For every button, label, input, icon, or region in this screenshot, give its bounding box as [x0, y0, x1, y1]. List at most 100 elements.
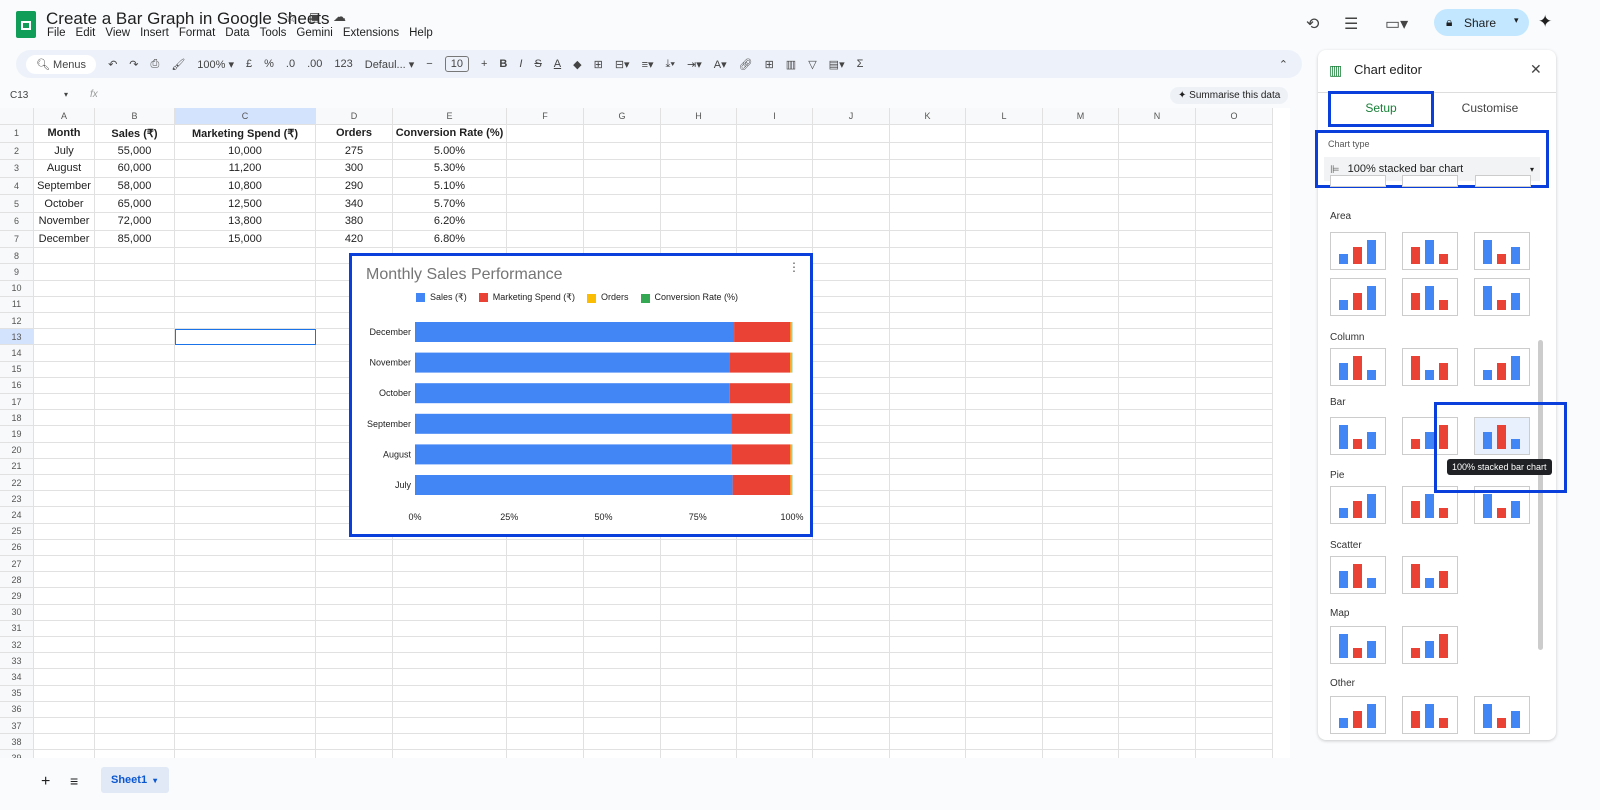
cell[interactable]	[813, 572, 890, 589]
cell[interactable]	[890, 491, 966, 508]
cell[interactable]	[316, 734, 393, 751]
column-header-L[interactable]: L	[966, 108, 1043, 125]
cell[interactable]	[393, 556, 507, 573]
cell[interactable]	[34, 458, 95, 475]
cell[interactable]	[661, 142, 737, 161]
cell[interactable]	[95, 701, 175, 718]
cell[interactable]	[890, 637, 966, 654]
cell[interactable]	[890, 685, 966, 702]
cell[interactable]	[95, 426, 175, 443]
cell[interactable]	[890, 394, 966, 411]
cell[interactable]	[393, 718, 507, 735]
chart-thumbnail[interactable]	[1475, 175, 1531, 187]
cell[interactable]	[737, 125, 813, 143]
cell[interactable]	[737, 718, 813, 735]
cell[interactable]: 5.00%	[393, 142, 507, 161]
cell[interactable]	[661, 572, 737, 589]
cell[interactable]	[890, 604, 966, 621]
row-header[interactable]: 26	[0, 539, 34, 556]
cell[interactable]	[1043, 264, 1119, 281]
cell[interactable]: 72,000	[95, 213, 175, 231]
cell[interactable]	[1119, 264, 1196, 281]
row-header[interactable]: 32	[0, 637, 34, 654]
cell[interactable]	[966, 491, 1043, 508]
cell[interactable]	[1196, 313, 1273, 330]
row-header[interactable]: 7	[0, 230, 34, 249]
cell[interactable]	[1196, 491, 1273, 508]
column-header-J[interactable]: J	[813, 108, 890, 125]
cell[interactable]	[1043, 572, 1119, 589]
cell[interactable]	[34, 653, 95, 670]
cell[interactable]	[1119, 296, 1196, 313]
cell[interactable]	[584, 750, 661, 758]
cell[interactable]	[175, 734, 316, 751]
cell[interactable]	[1043, 296, 1119, 313]
sheet-tab-sheet1[interactable]: Sheet1 ▾	[101, 767, 169, 793]
cell[interactable]	[966, 264, 1043, 281]
font-select[interactable]: Defaul... ▾	[365, 58, 415, 71]
cell[interactable]	[813, 442, 890, 459]
cell[interactable]	[661, 669, 737, 686]
row-header[interactable]: 17	[0, 394, 34, 411]
cell[interactable]	[890, 377, 966, 394]
cell[interactable]: 15,000	[175, 230, 316, 249]
cell[interactable]	[175, 248, 316, 265]
valign-icon[interactable]: ⤓▾	[666, 58, 675, 71]
row-header[interactable]: 9	[0, 264, 34, 281]
cell[interactable]	[813, 523, 890, 540]
column-header-B[interactable]: B	[95, 108, 175, 125]
row-header[interactable]: 22	[0, 475, 34, 492]
cell[interactable]	[813, 669, 890, 686]
cell[interactable]	[95, 653, 175, 670]
cell[interactable]	[890, 442, 966, 459]
cell[interactable]	[95, 313, 175, 330]
cell[interactable]	[661, 539, 737, 556]
bar-chart-thumbnail[interactable]	[1330, 417, 1386, 455]
cell[interactable]: 5.70%	[393, 195, 507, 213]
cell[interactable]	[1196, 296, 1273, 313]
cell[interactable]	[95, 523, 175, 540]
cell[interactable]	[584, 604, 661, 621]
cell[interactable]	[316, 588, 393, 605]
cell[interactable]: August	[34, 160, 95, 178]
cell[interactable]	[316, 572, 393, 589]
cell[interactable]	[1119, 410, 1196, 427]
number-format-button[interactable]: 123	[334, 58, 352, 70]
rotate-icon[interactable]: A▾	[714, 58, 727, 71]
cell[interactable]	[34, 410, 95, 427]
cell[interactable]	[966, 620, 1043, 637]
cell[interactable]	[507, 653, 584, 670]
cell[interactable]	[966, 539, 1043, 556]
cell[interactable]	[95, 750, 175, 758]
cell[interactable]	[95, 685, 175, 702]
cell[interactable]	[813, 345, 890, 362]
share-dropdown-icon[interactable]: ▾	[1514, 15, 1519, 26]
column-header-D[interactable]: D	[316, 108, 393, 125]
print-icon[interactable]: ⎙	[151, 58, 160, 71]
cell[interactable]	[813, 329, 890, 346]
cell[interactable]	[175, 523, 316, 540]
cell[interactable]	[1119, 491, 1196, 508]
halign-icon[interactable]: ≡▾	[642, 58, 654, 71]
cell[interactable]	[890, 142, 966, 161]
cell[interactable]	[813, 248, 890, 265]
cell[interactable]	[507, 734, 584, 751]
cell[interactable]	[966, 750, 1043, 758]
cell[interactable]	[584, 125, 661, 143]
cell[interactable]: 55,000	[95, 142, 175, 161]
cell[interactable]	[393, 572, 507, 589]
row-header[interactable]: 14	[0, 345, 34, 362]
cell[interactable]	[1119, 572, 1196, 589]
cell[interactable]	[890, 213, 966, 231]
cell[interactable]	[890, 620, 966, 637]
row-header[interactable]: 4	[0, 177, 34, 196]
cell[interactable]	[175, 426, 316, 443]
cell[interactable]	[890, 539, 966, 556]
cell[interactable]	[95, 248, 175, 265]
cell[interactable]	[1043, 280, 1119, 297]
cell[interactable]	[966, 248, 1043, 265]
menu-view[interactable]: View	[105, 27, 130, 39]
cell[interactable]	[966, 345, 1043, 362]
cell[interactable]	[95, 458, 175, 475]
row-header[interactable]: 12	[0, 313, 34, 330]
